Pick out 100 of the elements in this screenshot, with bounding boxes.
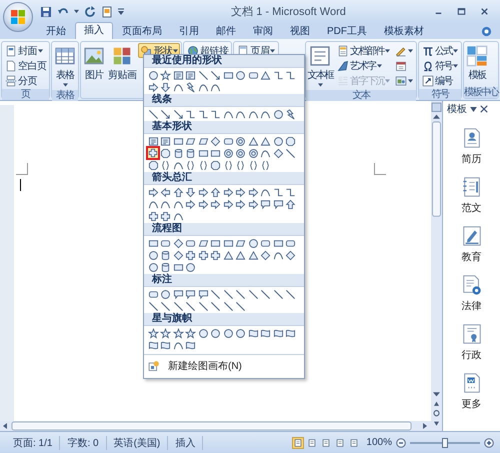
elbow-connector-icon[interactable] [272, 70, 284, 80]
cylinder-icon[interactable] [172, 148, 184, 158]
oval-icon[interactable] [248, 238, 259, 248]
ribbon-tab[interactable]: 页面布局 [114, 24, 170, 39]
right-arrow-icon[interactable] [198, 198, 209, 210]
star-icon[interactable] [172, 328, 184, 338]
cross-shape-icon[interactable] [210, 250, 222, 260]
vertical-scrollbar[interactable] [431, 101, 442, 431]
curve-icon[interactable] [148, 198, 159, 210]
triangle-icon[interactable] [248, 136, 259, 146]
curve-icon[interactable] [160, 198, 172, 210]
callout-icon[interactable] [198, 288, 209, 300]
zoom-slider-thumb[interactable] [442, 438, 448, 448]
ribbon-button[interactable]: 模板 [465, 43, 489, 84]
rectangle-icon[interactable] [210, 238, 222, 248]
ribbon-tab[interactable]: 审阅 [245, 24, 281, 39]
elbow-connector-icon[interactable] [285, 70, 296, 80]
curve-icon[interactable] [235, 108, 246, 120]
ribbon-button[interactable]: 艺术字 [335, 58, 392, 73]
line-icon[interactable] [198, 70, 209, 80]
line-icon[interactable] [172, 300, 184, 312]
oval-icon[interactable] [185, 262, 196, 272]
banner-icon[interactable] [272, 328, 284, 338]
curve-icon[interactable] [248, 108, 259, 120]
template-category[interactable]: 教育 [462, 250, 482, 264]
line-icon[interactable] [285, 148, 296, 158]
banner-icon[interactable] [185, 340, 196, 350]
curve-icon[interactable] [172, 160, 184, 170]
lightning-icon[interactable] [285, 108, 296, 120]
right-arrow-icon[interactable] [222, 186, 234, 198]
bracket-icon[interactable] [198, 160, 209, 170]
banner-icon[interactable] [160, 340, 172, 350]
ring-icon[interactable] [235, 136, 246, 146]
view-mode-icon[interactable] [348, 436, 360, 448]
ribbon-tab[interactable]: 开始 [38, 24, 74, 39]
pencil-document-icon[interactable] [460, 225, 482, 247]
right-arrow-icon[interactable] [210, 198, 222, 210]
ribbon-button[interactable]: 封面 [3, 43, 48, 58]
caret-icon[interactable] [74, 9, 79, 14]
banner-icon[interactable] [248, 328, 259, 338]
curve-icon[interactable] [172, 210, 184, 222]
curve-icon[interactable] [260, 148, 272, 158]
triangle-icon[interactable] [222, 250, 234, 260]
horizontal-scrollbar[interactable] [0, 421, 431, 431]
curve-icon[interactable] [222, 108, 234, 120]
ribbon-button[interactable]: 剪贴画 [107, 43, 138, 84]
cross-shape-icon[interactable] [148, 210, 159, 222]
bracket-icon[interactable] [260, 160, 272, 170]
curve-icon[interactable] [172, 82, 184, 92]
cross-shape-icon[interactable] [160, 210, 172, 222]
ribbon-button[interactable]: 符号 [420, 58, 460, 73]
line-icon[interactable] [185, 300, 196, 312]
octagon-icon[interactable] [160, 148, 172, 158]
view-mode-icon[interactable] [334, 436, 346, 448]
down-arrow-icon[interactable] [160, 82, 172, 92]
right-arrow-icon[interactable] [148, 82, 159, 92]
oval-icon[interactable] [235, 328, 246, 338]
triangle-icon[interactable] [260, 70, 272, 80]
view-mode-icon[interactable] [306, 436, 318, 448]
rectangle-icon[interactable] [222, 238, 234, 248]
arrow-line-icon[interactable] [160, 108, 172, 120]
line-icon[interactable] [235, 288, 246, 300]
curve-icon[interactable] [260, 186, 272, 198]
ribbon-button[interactable]: 文本框 [306, 43, 334, 89]
template-category[interactable]: 行政 [462, 348, 482, 362]
drawing-canvas-icon[interactable] [148, 360, 160, 372]
up-arrow-icon[interactable] [172, 186, 184, 198]
ring-icon[interactable] [248, 148, 259, 158]
elbow-connector-icon[interactable] [198, 108, 209, 120]
line-icon[interactable] [260, 288, 272, 300]
template-category[interactable]: 范文 [462, 201, 482, 215]
cylinder-icon[interactable] [160, 262, 172, 272]
callout-icon[interactable] [260, 198, 272, 210]
ribbon-button[interactable]: 公式 [420, 43, 460, 58]
right-arrow-icon[interactable] [235, 198, 246, 210]
rectangle-icon[interactable] [198, 148, 209, 158]
template-category[interactable]: 更多 [462, 397, 482, 411]
callout-icon[interactable] [172, 288, 184, 300]
banner-icon[interactable] [148, 340, 159, 350]
ribbon-tab[interactable]: PDF工具 [319, 24, 375, 39]
document-icon[interactable] [101, 6, 113, 18]
text-box-icon[interactable] [148, 136, 159, 146]
oval-icon[interactable] [235, 70, 246, 80]
close-icon[interactable] [480, 105, 488, 113]
line-icon[interactable] [285, 288, 296, 300]
up-arrow-icon[interactable] [210, 186, 222, 198]
ribbon-button[interactable]: 表格 [53, 43, 78, 89]
rectangle-icon[interactable] [172, 136, 184, 146]
curve-icon[interactable] [210, 82, 222, 92]
oval-icon[interactable] [210, 328, 222, 338]
rectangle-icon[interactable] [148, 238, 159, 248]
elbow-connector-icon[interactable] [272, 186, 284, 198]
down-arrow-icon[interactable] [185, 186, 196, 198]
triangle-icon[interactable] [248, 250, 259, 260]
star-icon[interactable] [185, 328, 196, 338]
notebook-icon[interactable] [460, 176, 482, 198]
banner-icon[interactable] [285, 328, 296, 338]
star-icon[interactable] [148, 328, 159, 338]
certificate-icon[interactable] [460, 323, 482, 345]
oval-icon[interactable] [160, 288, 172, 300]
